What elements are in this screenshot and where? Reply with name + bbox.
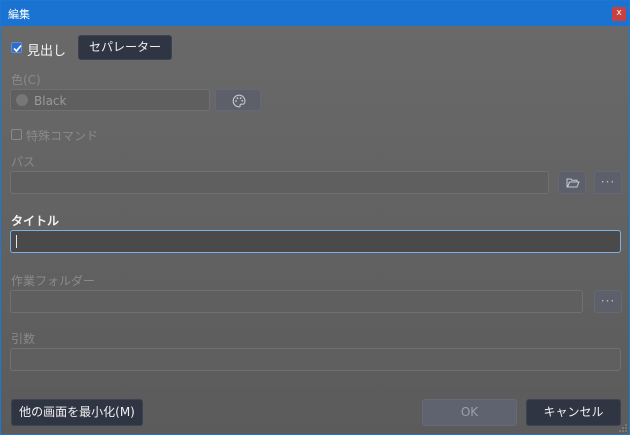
folder-open-icon [566,178,580,188]
special-command-checkbox[interactable] [11,129,22,140]
heading-checkbox[interactable] [11,42,22,53]
path-input[interactable] [10,171,549,194]
args-label: 引数 [11,332,36,346]
check-icon [13,44,22,53]
path-label: パス [11,155,36,169]
title-bar[interactable]: 編集 x [1,1,629,26]
minimize-others-button[interactable]: 他の画面を最小化(M) [11,399,143,426]
cancel-button[interactable]: キャンセル [526,399,621,426]
color-swatch [16,94,28,106]
color-value: Black [34,94,67,108]
text-caret [16,235,17,248]
palette-button[interactable] [215,89,261,111]
title-label: タイトル [11,214,60,228]
color-label: 色(C) [11,73,41,87]
edit-dialog: 編集 x 見出し セパレーター 色(C) Black 特殊コマンド パス ···… [0,0,630,435]
path-more-button[interactable]: ··· [594,171,622,194]
workdir-more-button[interactable]: ··· [594,290,622,313]
window-title: 編集 [8,8,30,21]
resize-grip-icon[interactable] [618,423,628,433]
title-input[interactable] [10,230,621,253]
ok-button[interactable]: OK [422,399,517,426]
palette-icon [232,94,246,108]
close-button[interactable]: x [612,7,626,21]
workdir-input[interactable] [10,290,583,313]
special-command-label[interactable]: 特殊コマンド [26,127,98,144]
heading-checkbox-label[interactable]: 見出し [27,40,66,59]
separator-button[interactable]: セパレーター [78,35,172,60]
args-input[interactable] [10,348,621,371]
path-browse-button[interactable] [558,171,586,194]
workdir-label: 作業フォルダー [11,274,96,288]
color-select[interactable]: Black [10,89,210,111]
